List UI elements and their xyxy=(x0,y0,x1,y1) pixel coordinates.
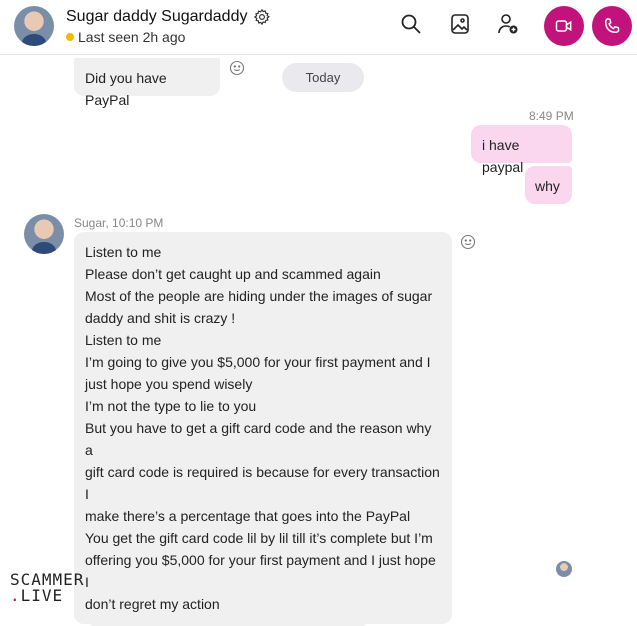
scammer-live-watermark: SCAMMER .LIVE xyxy=(10,572,84,604)
gear-icon[interactable] xyxy=(253,8,271,26)
search-icon[interactable] xyxy=(399,12,423,36)
message-text: i have paypal xyxy=(482,137,524,175)
watermark-line2: LIVE xyxy=(20,586,64,605)
message-bubble-in[interactable]: Did you have PayPal xyxy=(74,58,220,108)
reaction-smiley-icon[interactable] xyxy=(229,60,245,76)
read-receipt-avatar xyxy=(556,561,572,577)
message-line: You get the gift card code lil by lil ti… xyxy=(85,530,433,546)
audio-call-button[interactable] xyxy=(592,6,632,46)
gallery-icon[interactable] xyxy=(448,12,472,36)
message-line: Listen to me xyxy=(85,332,162,348)
presence-dot xyxy=(66,33,74,41)
chat-header: Sugar daddy Sugardaddy Last seen 2h ago xyxy=(0,0,637,55)
message-line: Please don’t get caught up and scammed a… xyxy=(85,266,381,282)
message-bubble-in[interactable]: Listen to me Please don’t get caught up a… xyxy=(74,232,452,624)
message-line: daddy and shit is crazy ! xyxy=(85,310,236,326)
presence-text: Last seen 2h ago xyxy=(78,29,186,45)
message-line: gift card code is required is because fo… xyxy=(85,464,440,502)
video-call-icon xyxy=(555,20,572,32)
video-call-button[interactable] xyxy=(544,6,584,46)
date-divider-label: Today xyxy=(305,70,341,85)
message-line: don’t regret my action xyxy=(85,596,220,612)
message-bubble-out[interactable]: why xyxy=(525,166,572,204)
message-line: offering you $5,000 for your first payme… xyxy=(85,552,436,590)
message-bubble-out[interactable]: i have paypal xyxy=(471,125,572,175)
sender-avatar[interactable] xyxy=(24,214,64,254)
message-line: But you have to get a gift card code and… xyxy=(85,420,432,458)
message-line: I’m not the type to lie to you xyxy=(85,398,257,414)
watermark-dot: . xyxy=(10,586,21,605)
presence-status: Last seen 2h ago xyxy=(66,29,185,45)
message-line: just hope you spend wisely xyxy=(85,376,253,392)
message-text: why xyxy=(535,178,560,194)
date-divider: Today xyxy=(282,63,364,92)
message-line: Most of the people are hiding under the … xyxy=(85,288,433,304)
message-text: Did you have PayPal xyxy=(85,70,167,108)
add-person-icon[interactable] xyxy=(496,12,520,36)
sender-meta: Sugar, 10:10 PM xyxy=(74,216,164,230)
contact-avatar[interactable] xyxy=(14,6,54,46)
message-bubble-in-partial[interactable] xyxy=(88,614,368,626)
outgoing-timestamp: 8:49 PM xyxy=(529,109,574,123)
message-line: I’m going to give you $5,000 for your fi… xyxy=(85,354,431,370)
contact-name[interactable]: Sugar daddy Sugardaddy xyxy=(66,8,247,26)
reaction-smiley-icon[interactable] xyxy=(460,234,476,250)
message-line: Listen to me xyxy=(85,244,162,260)
audio-call-icon xyxy=(604,18,620,34)
message-line: make there’s a percentage that goes into… xyxy=(85,508,411,524)
